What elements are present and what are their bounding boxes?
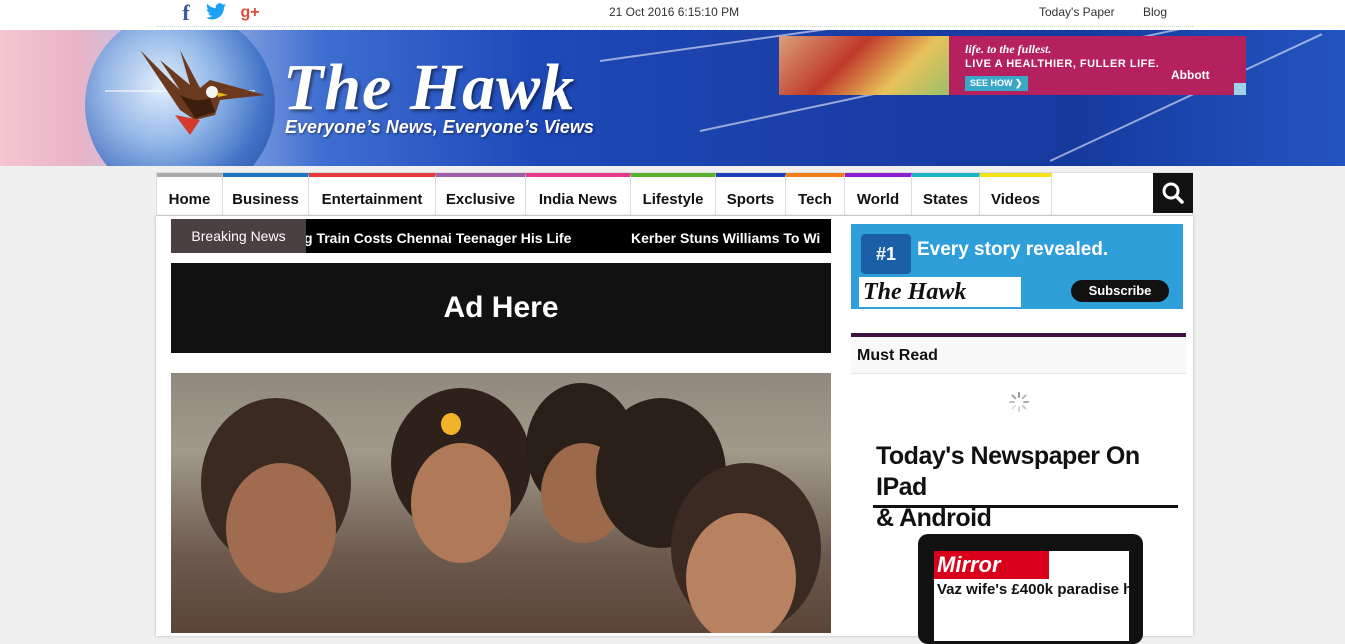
ad-photo (779, 36, 949, 95)
ticker-headline[interactable]: Kerber Stuns Williams To Wi (631, 219, 820, 253)
main-navigation: Home Business Entertainment Exclusive In… (156, 172, 1193, 216)
nav-item-tech[interactable]: Tech (786, 173, 845, 216)
twitter-bird-glyph (206, 3, 226, 20)
promo-badge: #1 (861, 234, 911, 274)
image-shape (226, 463, 336, 593)
newspaper-ad-headline: Today's Newspaper On IPad & Android (876, 441, 1176, 534)
image-shape (411, 443, 511, 563)
ad-placeholder[interactable]: Ad Here (171, 263, 831, 353)
google-plus-icon[interactable]: g+ (238, 3, 262, 23)
must-read-heading: Must Read (851, 333, 1186, 374)
nav-item-india-news[interactable]: India News (526, 173, 631, 216)
newspaper-ad-line1: Today's Newspaper On IPad (876, 442, 1140, 501)
subscribe-button[interactable]: Subscribe (1071, 280, 1169, 302)
nav-item-states[interactable]: States (912, 173, 980, 216)
adchoices-icon[interactable] (1234, 83, 1246, 95)
nav-item-lifestyle[interactable]: Lifestyle (631, 173, 716, 216)
ad-brand: Abbott (1171, 68, 1210, 82)
breaking-news-ticker: Breaking News g Train Costs Chennai Teen… (171, 219, 831, 253)
nav-item-business[interactable]: Business (223, 173, 309, 216)
top-bar: f g+ 21 Oct 2016 6:15:10 PM Today's Pape… (0, 0, 1345, 30)
main-content: Breaking News g Train Costs Chennai Teen… (156, 216, 1193, 644)
site-title[interactable]: The Hawk (283, 50, 575, 126)
loading-spinner-icon (1009, 392, 1029, 412)
ticker-headline[interactable]: g Train Costs Chennai Teenager His Life (304, 219, 571, 253)
nav-item-exclusive[interactable]: Exclusive (436, 173, 526, 216)
twitter-icon[interactable] (204, 3, 228, 23)
newspaper-app-ad[interactable]: Today's Newspaper On IPad & Android Mirr… (851, 416, 1186, 644)
ad-line2: LIVE A HEALTHIER, FULLER LIFE. (965, 58, 1160, 70)
image-shape (441, 413, 461, 435)
blog-link[interactable]: Blog (1143, 5, 1167, 19)
current-datetime: 21 Oct 2016 6:15:10 PM (609, 5, 740, 19)
breaking-news-label: Breaking News (171, 219, 306, 253)
nav-item-sports[interactable]: Sports (716, 173, 786, 216)
todays-paper-link[interactable]: Today's Paper (1039, 5, 1115, 19)
tablet-screen: Mirror Vaz wife's £400k paradise hideawa… (934, 551, 1129, 641)
newspaper-masthead: Mirror (934, 551, 1049, 579)
nav-item-home[interactable]: Home (157, 173, 223, 216)
facebook-icon[interactable]: f (174, 2, 198, 24)
ad-line1: life. to the fullest. (965, 42, 1052, 56)
promo-logo: The Hawk (859, 277, 1021, 307)
newspaper-ad-rule (873, 505, 1178, 508)
nav-item-videos[interactable]: Videos (980, 173, 1052, 216)
search-button[interactable] (1153, 173, 1193, 213)
header-advertisement[interactable]: life. to the fullest. LIVE A HEALTHIER, … (779, 36, 1246, 95)
site-tagline: Everyone’s News, Everyone’s Views (285, 117, 594, 137)
nav-item-world[interactable]: World (845, 173, 912, 216)
search-icon (1162, 182, 1184, 204)
subscribe-promo[interactable]: #1 Every story revealed. The Hawk Subscr… (851, 224, 1183, 309)
featured-article-image[interactable] (171, 373, 831, 633)
promo-headline: Every story revealed. (917, 239, 1109, 260)
ad-cta-button[interactable]: SEE HOW ❯ (965, 76, 1028, 91)
site-header-banner: The Hawk Everyone’s News, Everyone’s Vie… (0, 30, 1345, 166)
image-shape (686, 513, 796, 633)
nav-item-entertainment[interactable]: Entertainment (309, 173, 436, 216)
newspaper-story: Vaz wife's £400k paradise hideaway (937, 581, 1129, 598)
hawk-logo-icon[interactable] (120, 40, 270, 150)
top-bar-inner: f g+ 21 Oct 2016 6:15:10 PM Today's Pape… (156, 0, 1193, 27)
